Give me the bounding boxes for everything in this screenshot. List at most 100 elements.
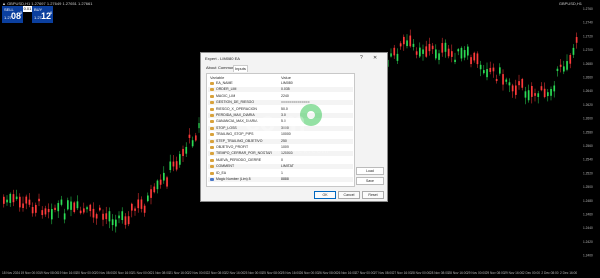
price-axis-label: 1.2580 <box>583 130 593 134</box>
param-row[interactable]: NUEVA_PERIODO_CIERRE 0 <box>208 158 353 163</box>
bear-candle <box>518 81 520 86</box>
bull-candle <box>396 53 399 61</box>
bear-candle <box>521 78 524 88</box>
param-row[interactable]: ORDER_LIM 0.035 <box>208 87 353 93</box>
bear-candle <box>153 186 156 193</box>
param-row[interactable]: EA_NAME LIM080 <box>208 81 353 86</box>
time-axis-label: 29 Nov 08:00 <box>486 271 505 275</box>
bull-candle <box>406 40 408 47</box>
bull-candle <box>147 195 149 202</box>
load-button[interactable]: Load <box>356 167 384 175</box>
bull-candle <box>419 47 421 57</box>
bull-candle <box>553 85 556 92</box>
price-axis-label: 1.2540 <box>583 158 593 162</box>
bull-candle <box>390 53 392 57</box>
column-header-value: Value <box>281 75 291 80</box>
bull-candle <box>547 92 549 97</box>
bear-candle <box>441 43 444 53</box>
watermark-url: ecomforex.com <box>262 146 330 155</box>
param-value[interactable]: 250 <box>281 139 287 144</box>
bull-candle <box>467 46 469 56</box>
param-type-icon <box>210 146 214 149</box>
bear-candle <box>172 161 175 167</box>
param-type-icon <box>210 120 214 124</box>
save-button[interactable]: Save <box>356 177 384 185</box>
time-axis-label: 21 Nov 00:00 <box>132 271 151 275</box>
bear-candle <box>531 85 533 97</box>
bull-candle <box>169 161 172 171</box>
bear-candle <box>543 88 546 98</box>
bear-candle <box>105 213 108 220</box>
time-axis-label: 20 Nov 00:00 <box>76 271 95 275</box>
bull-candle <box>563 66 565 72</box>
param-type-icon <box>210 88 214 92</box>
param-row[interactable]: Magic Number (Lim) 8 8888 <box>208 177 353 182</box>
bear-candle <box>140 199 143 209</box>
param-row[interactable]: STEP_TRAILING_OBJETIVO 250 <box>208 138 353 144</box>
price-axis-label: 1.2520 <box>583 171 593 175</box>
bear-candle <box>569 55 572 64</box>
tab-inputs[interactable]: Inputs <box>233 65 248 72</box>
bull-candle <box>121 211 124 221</box>
lot-size-input[interactable]: 0.01 <box>23 6 32 12</box>
param-row[interactable]: COMMENT LIMITAT <box>208 164 353 170</box>
cancel-button[interactable]: Cancel <box>338 191 360 199</box>
param-name: OBJETIVO_PROFIT <box>216 145 249 149</box>
bull-candle <box>6 199 8 203</box>
param-name: STEP_TRAILING_OBJETIVO <box>216 138 263 143</box>
bear-candle <box>79 210 82 214</box>
bull-candle <box>108 211 111 222</box>
param-name: Magic Number (Lim) 8 <box>216 177 251 181</box>
chart-symbol-label: GBPUSD,H1 <box>558 1 582 6</box>
tab-about[interactable]: About <box>205 65 217 71</box>
time-axis-label: 25 Nov 08:00 <box>262 271 281 275</box>
bear-candle <box>403 36 405 45</box>
price-axis-label: 1.2440 <box>583 226 593 230</box>
param-type-icon <box>210 101 214 105</box>
param-value[interactable]: LIM080 <box>281 81 293 86</box>
reset-button[interactable]: Reset <box>362 191 384 199</box>
param-value[interactable]: 0.035 <box>281 87 290 92</box>
bear-candle <box>54 207 56 211</box>
param-type-icon <box>210 139 214 143</box>
close-icon[interactable]: ✕ <box>373 55 377 61</box>
help-icon[interactable]: ? <box>360 55 363 61</box>
param-value[interactable]: LIMITAT <box>281 164 294 169</box>
time-axis-label: 29 Nov 16:00 <box>504 271 523 275</box>
ok-button[interactable]: OK <box>314 191 336 199</box>
param-name: STOP_LOSS <box>216 125 237 130</box>
param-value[interactable]: 8888 <box>281 177 289 182</box>
bear-candle <box>515 85 517 95</box>
bear-candle <box>159 179 162 185</box>
param-type-icon <box>210 114 214 117</box>
bull-candle <box>508 82 511 86</box>
time-axis-label: 2 Dec 16:00 <box>560 271 577 275</box>
bull-candle <box>463 50 466 58</box>
param-value[interactable]: 1 <box>281 171 283 176</box>
sell-price-fraction: 5 <box>20 10 23 15</box>
price-axis-label: 1.2600 <box>583 117 593 121</box>
bull-candle <box>438 53 440 60</box>
bull-candle <box>479 64 482 70</box>
bull-candle <box>76 201 79 209</box>
buy-button[interactable]: BUY 1.27 12 6 <box>32 6 53 23</box>
bull-candle <box>191 140 194 147</box>
bull-candle <box>483 70 485 74</box>
time-axis-label: 26 Nov 16:00 <box>337 271 356 275</box>
bull-candle <box>51 209 53 220</box>
bear-candle <box>540 86 543 91</box>
bear-candle <box>559 64 562 67</box>
param-value[interactable]: 0 <box>281 158 283 163</box>
param-row[interactable]: MAGIC_LIM 2240 <box>208 94 353 99</box>
time-axis-label: 2 Dec 00:00 <box>523 271 540 275</box>
time-axis-label: 19 Nov 16:00 <box>58 271 77 275</box>
param-row[interactable]: GESTION_DE_RIESGO ============== <box>208 100 353 106</box>
bear-candle <box>28 199 31 205</box>
param-type-icon <box>210 178 214 181</box>
sell-button[interactable]: SELL 1.27 08 5 <box>2 6 23 23</box>
param-row[interactable]: ID_EA 1 <box>208 171 353 176</box>
bear-candle <box>166 177 168 187</box>
param-value[interactable]: 2240 <box>281 94 289 99</box>
price-axis-label: 1.2560 <box>583 144 593 148</box>
bear-candle <box>495 78 498 82</box>
